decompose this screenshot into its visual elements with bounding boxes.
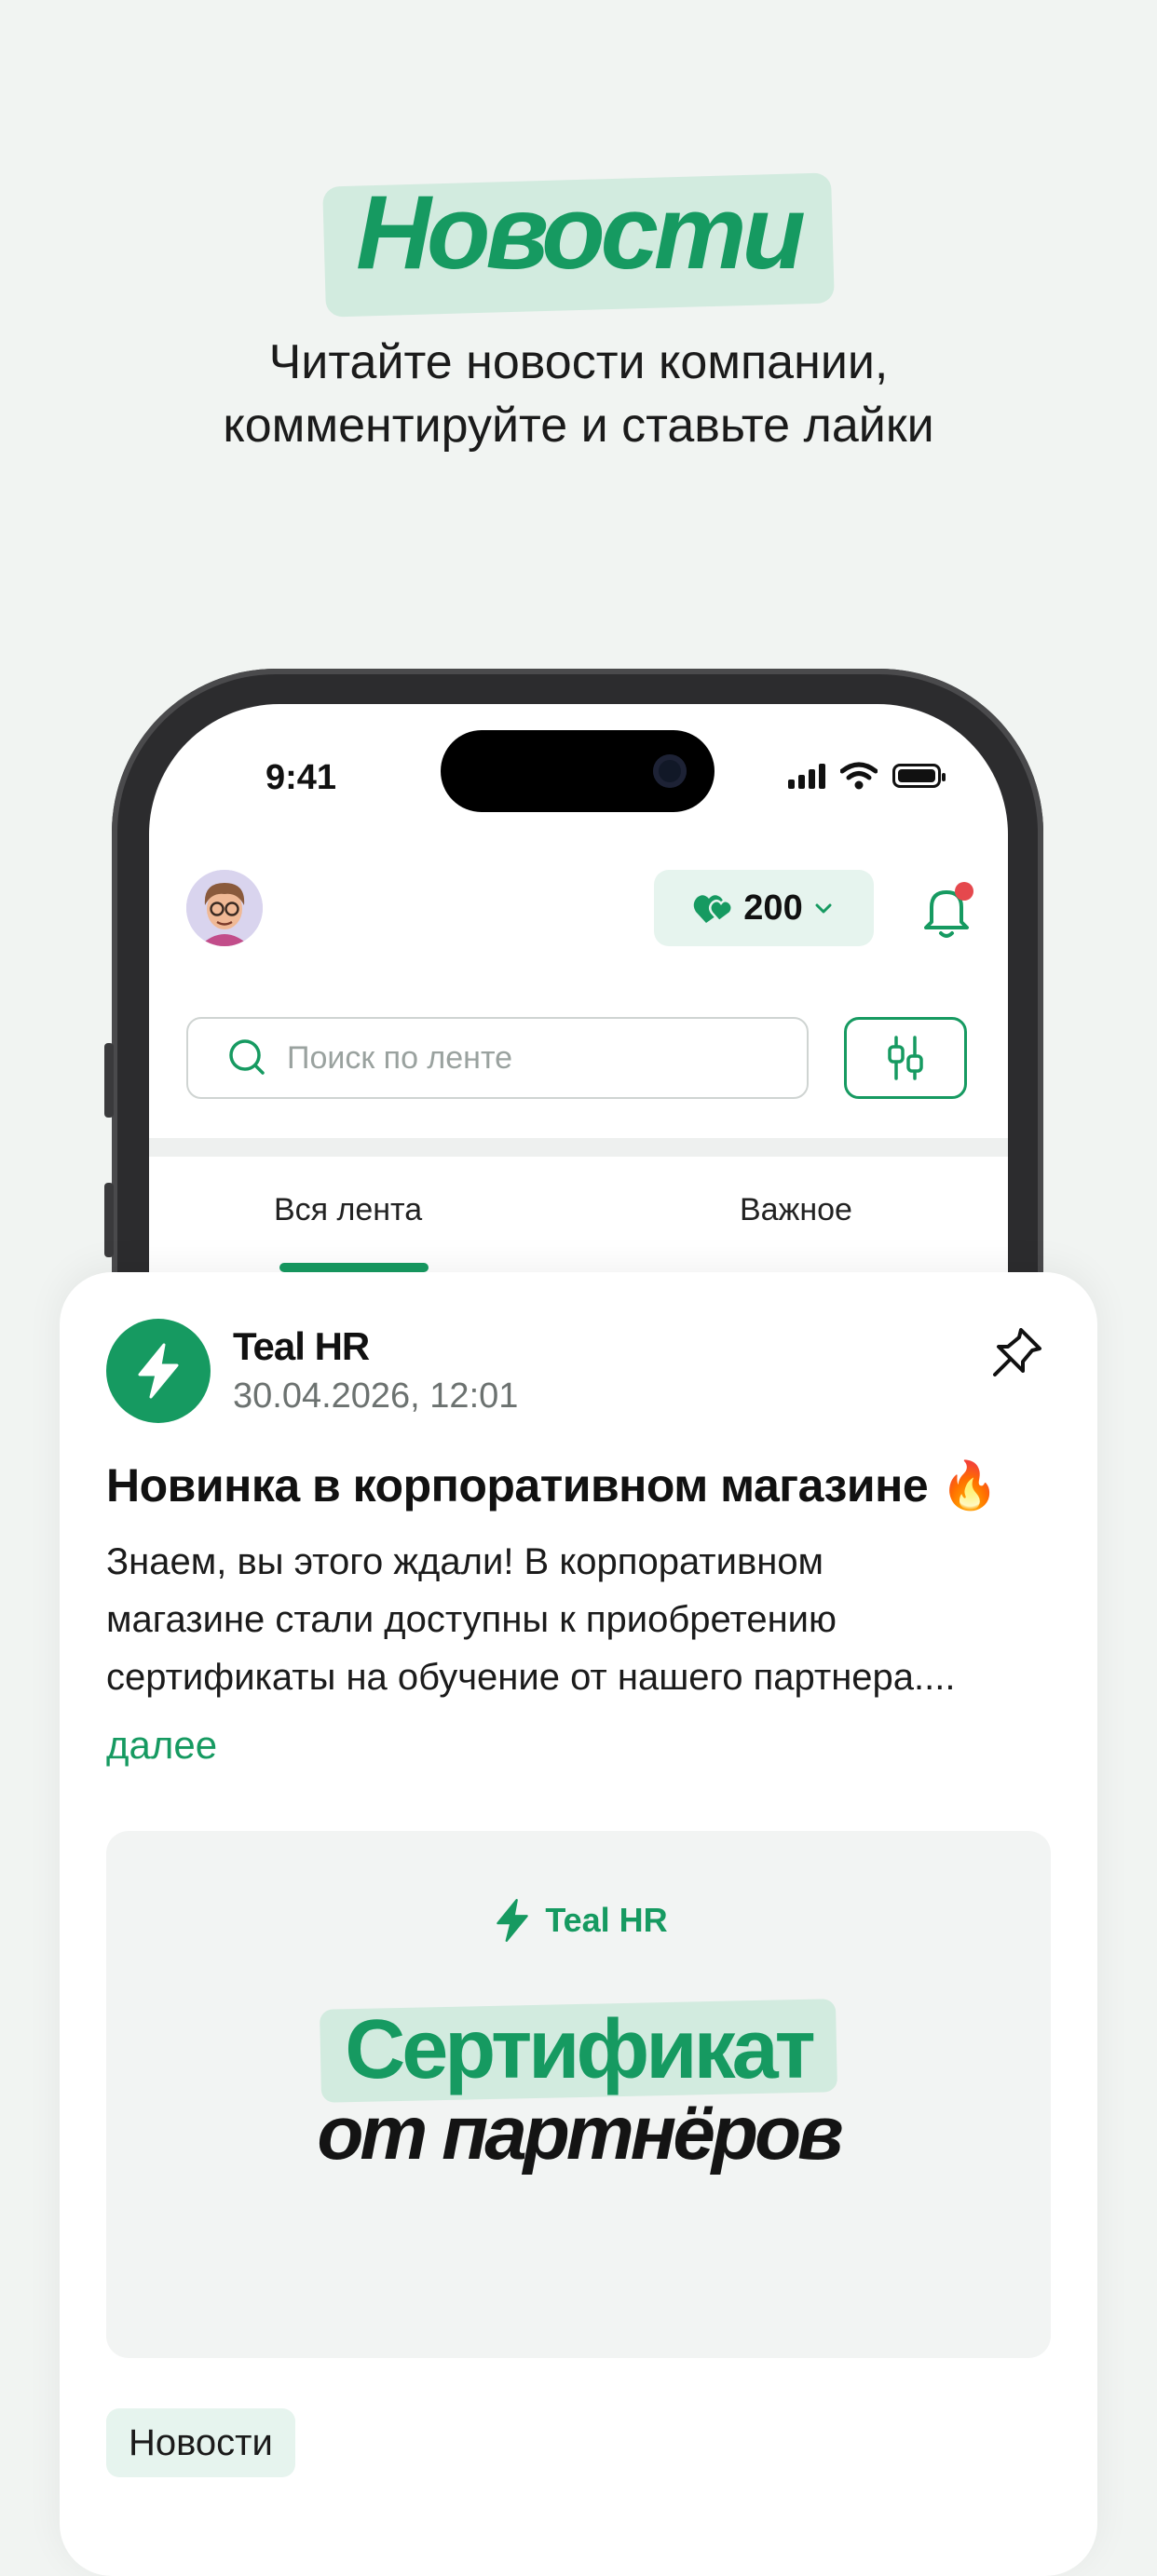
avatar[interactable] — [186, 870, 263, 946]
phone-side-button — [104, 1183, 114, 1257]
signal-icon — [788, 763, 825, 789]
filter-icon — [888, 1036, 923, 1080]
status-time: 9:41 — [265, 758, 337, 797]
post-body: Знаем, вы этого ждали! В корпоративном м… — [106, 1533, 1056, 1706]
lightning-icon — [138, 1343, 179, 1399]
chevron-down-icon — [815, 903, 832, 914]
post-date: 30.04.2026, 12:01 — [233, 1376, 519, 1416]
notification-bell-icon[interactable] — [915, 877, 980, 942]
hero-subtitle-line: комментируйте и ставьте лайки — [223, 399, 934, 453]
tab-all-feed[interactable]: Вся лента — [274, 1192, 422, 1228]
pin-icon[interactable] — [987, 1322, 1047, 1382]
divider — [149, 1138, 1008, 1157]
dynamic-island — [441, 730, 715, 812]
banner-headline-wrap: Сертификат — [106, 1999, 1051, 2101]
hero-subtitle: Читайте новости компании, комментируйте … — [0, 331, 1157, 457]
post-title: Новинка в корпоративном магазине 🔥 — [106, 1459, 999, 1512]
banner-headline-text: Сертификат — [345, 2003, 815, 2096]
search-placeholder: Поиск по ленте — [287, 1039, 513, 1076]
lightning-icon — [497, 1898, 529, 1943]
filter-button[interactable] — [844, 1017, 967, 1099]
hero-title: Новости — [324, 163, 833, 303]
post-body-line: магазине стали доступны к приобретению — [106, 1599, 837, 1640]
post-tag[interactable]: Новости — [106, 2408, 295, 2477]
wifi-icon — [840, 762, 878, 790]
banner-headline: Сертификат — [320, 1999, 837, 2101]
post-card[interactable]: Teal HR 30.04.2026, 12:01 Новинка в корп… — [60, 1272, 1097, 2576]
camera-icon — [653, 754, 687, 788]
post-author[interactable]: Teal HR — [233, 1324, 370, 1369]
battery-icon — [892, 764, 946, 788]
post-body-line: сертификаты на обучение от нашего партне… — [106, 1657, 956, 1698]
post-image[interactable]: Teal HR Сертификат от партнёров — [106, 1831, 1051, 2358]
banner-subheadline: от партнёров — [317, 2091, 843, 2176]
banner-brand: Teal HR — [106, 1894, 1051, 1946]
search-icon — [229, 1039, 265, 1075]
coins-value: 200 — [743, 888, 803, 928]
banner-brand-name: Teal HR — [545, 1901, 668, 1939]
active-tab-indicator — [279, 1263, 429, 1272]
hero: Новости — [0, 163, 1157, 303]
tab-important[interactable]: Важное — [740, 1192, 852, 1228]
phone-side-button — [104, 1043, 114, 1118]
coins-balance-button[interactable]: 200 — [654, 870, 874, 946]
hearts-icon — [694, 895, 734, 923]
read-more-link[interactable]: далее — [106, 1723, 217, 1768]
hero-subtitle-line: Читайте новости компании, — [268, 335, 889, 389]
post-body-line: Знаем, вы этого ждали! В корпоративном — [106, 1541, 824, 1582]
search-input[interactable]: Поиск по ленте — [186, 1017, 809, 1099]
author-avatar[interactable] — [106, 1319, 211, 1423]
status-icons — [788, 762, 946, 790]
avatar-illustration — [186, 870, 263, 946]
